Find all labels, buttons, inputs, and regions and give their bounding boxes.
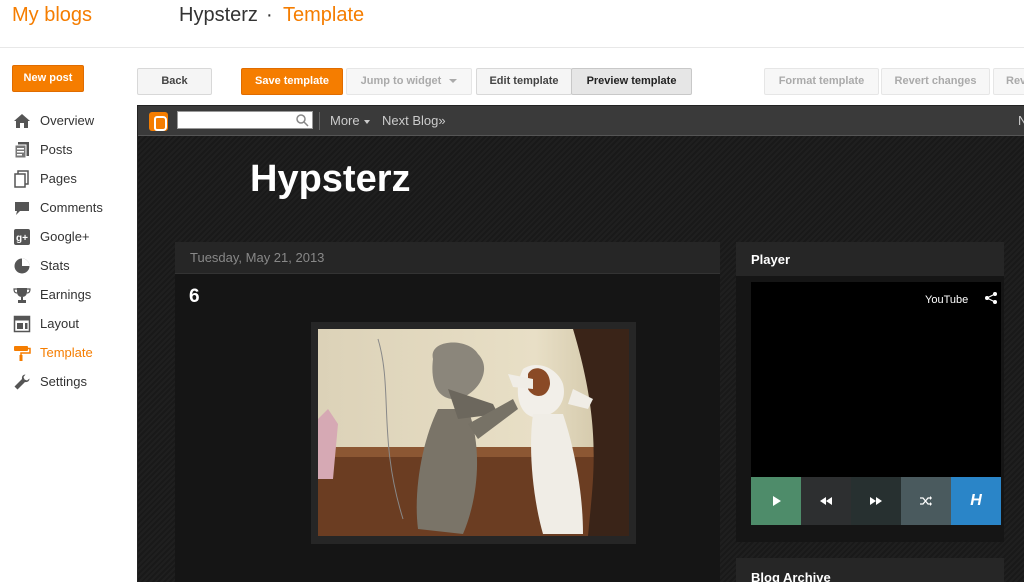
sidebar-item-layout[interactable]: Layout [12,309,132,338]
sidebar-item-label: Template [40,345,93,360]
format-template-button[interactable]: Format template [764,68,879,95]
posts-icon [12,141,32,159]
blogger-navbar: More Next Blog» N [138,106,1024,136]
sidebar-nav: Overview Posts Pages Comments g+ Google+ [12,106,132,396]
google-plus-icon: g+ [12,228,32,246]
top-bar: My blogs Hypsterz · Template [0,0,1024,48]
sidebar-item-label: Pages [40,171,77,186]
new-post-button[interactable]: New post [12,65,84,92]
save-template-button[interactable]: Save template [241,68,343,95]
navbar-more-menu[interactable]: More [330,113,370,128]
my-blogs-link[interactable]: My blogs [12,4,92,27]
back-button[interactable]: Back [137,68,212,95]
sidebar-item-label: Settings [40,374,87,389]
site-title[interactable]: Hypsterz [250,158,411,201]
navbar-divider [319,112,320,130]
navbar-more-label: More [330,113,360,128]
trophy-icon [12,286,32,304]
post-date: Tuesday, May 21, 2013 [190,250,325,265]
post-image [311,322,636,544]
sidebar-item-template[interactable]: Template [12,338,132,367]
stats-icon [12,257,32,275]
h-label: H [970,492,982,509]
sidebar-item-stats[interactable]: Stats [12,251,132,280]
sidebar-item-posts[interactable]: Posts [12,135,132,164]
wrench-icon [12,373,32,391]
sidebar-item-settings[interactable]: Settings [12,367,132,396]
rewind-button[interactable] [801,477,851,525]
play-icon [773,496,781,506]
next-blog-link[interactable]: Next Blog» [382,113,446,128]
sidebar-item-label: Google+ [40,229,90,244]
fast-forward-button[interactable] [851,477,901,525]
sidebar-item-label: Overview [40,113,95,128]
youtube-label: YouTube [925,294,969,306]
post-panel: Tuesday, May 21, 2013 6 [175,242,720,582]
fast-forward-icon [870,497,882,505]
h-button[interactable]: H [951,477,1001,525]
home-icon [12,112,32,130]
jump-to-widget-label: Jump to widget [360,75,442,87]
sidebar-item-label: Comments [40,200,103,215]
sidebar-item-pages[interactable]: Pages [12,164,132,193]
search-icon[interactable] [295,113,309,127]
blogger-logo-icon[interactable] [149,112,168,131]
share-icon[interactable] [984,291,998,305]
youtube-video[interactable]: YouTube [751,282,1001,477]
blog-archive-widget: Blog Archive [736,558,1004,582]
blog-title: Hypsterz [179,4,258,26]
play-button[interactable] [751,477,801,525]
blog-archive-title: Blog Archive [751,570,831,582]
jump-to-widget-dropdown[interactable]: Jump to widget [346,68,472,95]
comments-icon [12,199,32,217]
shuffle-button[interactable] [901,477,951,525]
navbar-right-link[interactable]: N [1018,113,1024,128]
pages-icon [12,169,32,188]
blogger-template-page: My blogs Hypsterz · Template New post Ov… [0,0,1024,582]
post-title[interactable]: 6 [189,286,200,308]
revert-changes-button[interactable]: Revert changes [881,68,990,95]
sidebar-item-google-plus[interactable]: g+ Google+ [12,222,132,251]
sidebar-item-earnings[interactable]: Earnings [12,280,132,309]
chevron-down-icon [449,79,458,84]
paint-roller-icon [12,344,32,362]
rewind-icon [820,497,832,505]
template-preview-frame: More Next Blog» N Hypsterz Tuesday, May … [137,105,1024,582]
title-separator: · [266,4,273,26]
sidebar-item-comments[interactable]: Comments [12,193,132,222]
player-title: Player [751,252,791,267]
sidebar-item-label: Stats [40,258,70,273]
edit-template-button[interactable]: Edit template [476,68,572,95]
layout-icon [12,315,32,333]
cat-dog-photo [318,329,629,536]
shuffle-icon [920,496,932,506]
sidebar-item-label: Posts [40,142,73,157]
svg-text:g+: g+ [16,233,28,244]
preview-template-button[interactable]: Preview template [571,68,692,95]
date-header: Tuesday, May 21, 2013 [175,242,720,274]
sidebar-item-label: Earnings [40,287,92,302]
sidebar-item-overview[interactable]: Overview [12,106,132,135]
navbar-search-input[interactable] [177,111,313,129]
sidebar-item-label: Layout [40,316,80,331]
chevron-down-icon [363,119,370,124]
revert-widgets-button[interactable]: Rev [993,68,1024,95]
player-widget: Player YouTube H [736,242,1004,542]
player-controls: H [751,477,1001,525]
section-title: Template [283,4,365,26]
widget-header: Player [736,242,1004,276]
